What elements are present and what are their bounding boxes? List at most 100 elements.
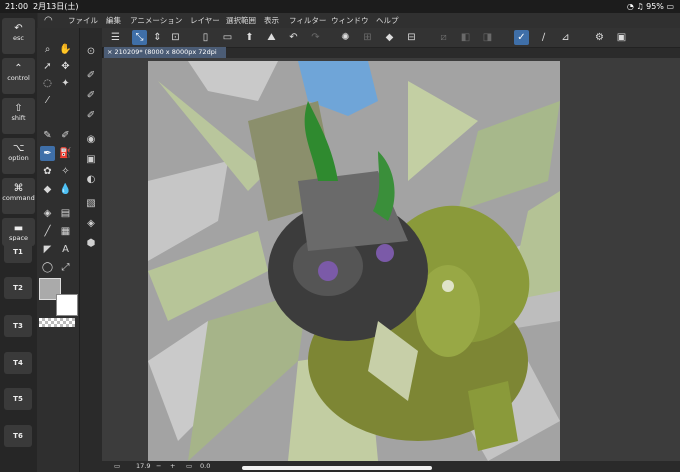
battery-icon: ▭ bbox=[666, 2, 674, 11]
menu-icon[interactable]: ☰ bbox=[108, 30, 123, 45]
decoration-tool-icon[interactable]: ✿ bbox=[40, 164, 55, 179]
t3-key[interactable]: T3 bbox=[4, 315, 32, 337]
undo-icon[interactable]: ↶ bbox=[286, 30, 301, 45]
sub-tool-icon-2[interactable]: ✐ bbox=[83, 68, 99, 84]
snap-ruler-icon[interactable]: ✓ bbox=[514, 30, 529, 45]
sub-tool-icon-8[interactable]: ▧ bbox=[83, 196, 99, 212]
artwork-canvas[interactable] bbox=[148, 61, 560, 461]
stepper-icon[interactable]: ⇕ bbox=[150, 30, 165, 45]
menu-animation[interactable]: アニメーション bbox=[130, 13, 182, 28]
status-right: ◔ ♫ 95% ▭ bbox=[627, 0, 674, 13]
option-icon: ⌥ bbox=[12, 143, 25, 154]
ruler-tool-icon[interactable]: ◤ bbox=[40, 242, 55, 257]
snap-special-ruler-icon[interactable]: ∕ bbox=[536, 30, 551, 45]
menu-help[interactable]: ヘルプ bbox=[376, 13, 399, 28]
save-icon[interactable]: ⬆ bbox=[242, 30, 257, 45]
balloon-tool-icon[interactable]: ◯ bbox=[40, 260, 55, 275]
sparkle-tool-icon[interactable]: ✧ bbox=[58, 164, 73, 179]
sub-color-swatch[interactable] bbox=[56, 294, 78, 316]
zoom-in-icon[interactable]: + bbox=[170, 461, 175, 472]
pencil-tool-icon[interactable]: ✐ bbox=[58, 128, 73, 143]
sub-tool-icon-7[interactable]: ◐ bbox=[83, 172, 99, 188]
command-key[interactable]: ⌘ command bbox=[2, 178, 35, 214]
fit-icon[interactable]: ▭ bbox=[114, 461, 120, 472]
esc-key[interactable]: ↶ esc bbox=[2, 18, 35, 54]
fill-icon[interactable]: ◆ bbox=[382, 30, 397, 45]
tool-palette: ⌕ ✋ ➚ ✥ ◌ ✦ ⁄ ✎ ✐ ✒ ⛽ ✿ ✧ ◆ 💧 ◈ ▤ ╱ ▦ ◤ … bbox=[37, 28, 80, 472]
export-icon[interactable]: ⛰ bbox=[264, 30, 279, 45]
sub-tool-icon-10[interactable]: ⬢ bbox=[83, 236, 99, 252]
magic-wand-icon[interactable]: ✦ bbox=[58, 76, 73, 91]
menu-layer[interactable]: レイヤー bbox=[190, 13, 220, 28]
companion-icon[interactable]: ▣ bbox=[614, 30, 629, 45]
space-icon: ▬ bbox=[13, 223, 24, 234]
rotate-icon[interactable]: ◧ bbox=[458, 30, 473, 45]
transform-icon[interactable]: ⊟ bbox=[404, 30, 419, 45]
clock: 21:00 bbox=[5, 2, 29, 11]
sub-tool-icon-6[interactable]: ▣ bbox=[83, 152, 99, 168]
redo-icon[interactable]: ↷ bbox=[308, 30, 323, 45]
menu-bar: ◠ ファイル 編集 アニメーション レイヤー 選択範囲 表示 フィルター ウィン… bbox=[38, 13, 680, 28]
snap-grid-icon[interactable]: ⊿ bbox=[558, 30, 573, 45]
lasso-tool-icon[interactable]: ◌ bbox=[40, 76, 55, 91]
menu-selection[interactable]: 選択範囲 bbox=[226, 13, 256, 28]
sub-tool-icon-3[interactable]: ✐ bbox=[83, 88, 99, 104]
control-key[interactable]: ⌃ control bbox=[2, 58, 35, 94]
menu-file[interactable]: ファイル bbox=[68, 13, 98, 28]
correct-line-tool-icon[interactable]: ⤢ bbox=[58, 260, 73, 275]
frame-tool-icon[interactable]: ▦ bbox=[58, 224, 73, 239]
angle-value[interactable]: 0.0 bbox=[200, 461, 210, 472]
option-key[interactable]: ⌥ option bbox=[2, 138, 35, 174]
t2-key[interactable]: T2 bbox=[4, 277, 32, 299]
shift-key[interactable]: ⇧ shift bbox=[2, 98, 35, 134]
image-icon[interactable]: ⊡ bbox=[168, 30, 183, 45]
eyedropper-tool-icon[interactable]: ⁄ bbox=[40, 93, 55, 108]
app-logo-icon[interactable]: ◠ bbox=[44, 14, 57, 27]
menu-filter[interactable]: フィルター bbox=[289, 13, 326, 28]
menu-window[interactable]: ウィンドウ bbox=[331, 13, 369, 28]
operation-tool-icon[interactable]: ➚ bbox=[40, 59, 55, 74]
t1-key[interactable]: T1 bbox=[4, 241, 32, 263]
sub-tool-icon-9[interactable]: ◈ bbox=[83, 216, 99, 232]
zoom-out-icon[interactable]: − bbox=[156, 461, 161, 472]
brush-size-icon[interactable]: ⤡ bbox=[132, 30, 147, 45]
sub-tool-icon-4[interactable]: ✐ bbox=[83, 108, 99, 124]
sub-tool-column: ⊙ ✐ ✐ ✐ ◉ ▣ ◐ ▧ ◈ ⬢ bbox=[80, 28, 103, 472]
sub-tool-icon-5[interactable]: ◉ bbox=[83, 132, 99, 148]
deselect-icon[interactable]: ⊞ bbox=[360, 30, 375, 45]
t6-key[interactable]: T6 bbox=[4, 425, 32, 447]
hand-tool-icon[interactable]: ✋ bbox=[58, 42, 73, 57]
transparent-color-swatch[interactable] bbox=[39, 318, 75, 327]
control-icon: ⌃ bbox=[14, 63, 23, 74]
airbrush-tool-icon[interactable]: ⛽ bbox=[58, 146, 73, 161]
status-bar: 21:00 2月13日(土) ◔ ♫ 95% ▭ bbox=[0, 0, 680, 13]
settings-icon[interactable]: ⚙ bbox=[592, 30, 607, 45]
zoom-tool-icon[interactable]: ⌕ bbox=[40, 42, 55, 57]
text-tool-icon[interactable]: A bbox=[58, 242, 73, 257]
command-icon: ⌘ bbox=[13, 183, 24, 194]
date: 2月13日(土) bbox=[33, 2, 79, 11]
zoom-value[interactable]: 17.9 bbox=[136, 461, 150, 472]
menu-edit[interactable]: 編集 bbox=[106, 13, 121, 28]
reset-icon[interactable]: ◨ bbox=[480, 30, 495, 45]
fill-tool-icon[interactable]: ◈ bbox=[40, 206, 55, 221]
clear-icon[interactable]: ✺ bbox=[338, 30, 353, 45]
gradient-tool-icon[interactable]: ▤ bbox=[58, 206, 73, 221]
blend-tool-icon[interactable]: 💧 bbox=[58, 182, 73, 197]
sub-tool-icon-1[interactable]: ⊙ bbox=[83, 44, 99, 60]
menu-view[interactable]: 表示 bbox=[264, 13, 279, 28]
document-tab[interactable]: × 210209* (8000 x 8000px 72dpi 17.9%) bbox=[104, 47, 226, 67]
close-tab-icon[interactable]: × bbox=[107, 48, 112, 56]
flip-icon[interactable]: ⧄ bbox=[436, 30, 451, 45]
open-folder-icon[interactable]: ▭ bbox=[220, 30, 235, 45]
figure-tool-icon[interactable]: ╱ bbox=[40, 224, 55, 239]
t4-key[interactable]: T4 bbox=[4, 352, 32, 374]
pen-tool-icon[interactable]: ✎ bbox=[40, 128, 55, 143]
move-tool-icon[interactable]: ✥ bbox=[58, 59, 73, 74]
brush-tool-icon[interactable]: ✒ bbox=[40, 146, 55, 161]
new-file-icon[interactable]: ▯ bbox=[198, 30, 213, 45]
rotate-canvas-icon[interactable]: ▭ bbox=[186, 461, 192, 472]
t5-key[interactable]: T5 bbox=[4, 388, 32, 410]
eraser-tool-icon[interactable]: ◆ bbox=[40, 182, 55, 197]
wifi-icon: ◔ bbox=[626, 2, 634, 11]
